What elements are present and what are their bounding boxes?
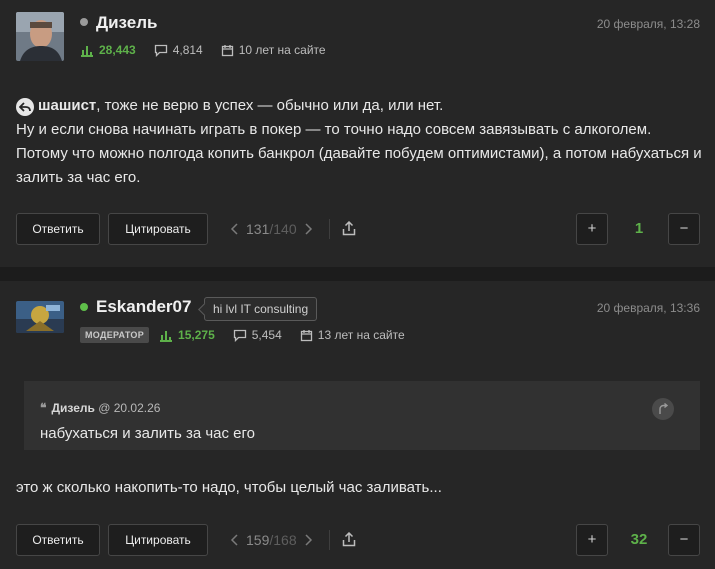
vote-count: 32 <box>630 531 648 548</box>
offline-status-dot <box>80 18 88 26</box>
comment-text: Ну и если снова начинать играть в покер … <box>16 121 702 186</box>
pager-total: 140 <box>273 221 297 237</box>
share-icon[interactable] <box>342 220 356 241</box>
post-date[interactable]: 20 февраля, 13:36 <box>597 301 700 315</box>
comment-body: шашист, тоже не верю в успех — обычно ил… <box>16 94 706 190</box>
avatar[interactable] <box>16 12 64 61</box>
quote-header: ❝ Дизель @ 20.02.26 <box>40 401 160 415</box>
user-stats: МОДЕРАТОР 15,275 5,454 13 лет на сайте <box>80 327 423 343</box>
comment-actions: Ответить Цитировать 159/168 + 32 − <box>16 524 700 556</box>
quote-block: ❝ Дизель @ 20.02.26 набухаться и залить з… <box>24 381 700 450</box>
calendar-icon <box>300 329 312 341</box>
user-rating: 28,443 <box>80 43 136 57</box>
upvote-button[interactable]: + <box>576 213 608 245</box>
reply-button[interactable]: Ответить <box>16 524 100 556</box>
quote-text: набухаться и залить за час его <box>40 425 255 442</box>
reply-arrow-icon <box>16 98 34 116</box>
quote-button[interactable]: Цитировать <box>108 524 208 556</box>
speech-bubble-icon <box>154 44 167 57</box>
downvote-button[interactable]: − <box>668 213 700 245</box>
bar-chart-icon <box>160 330 173 342</box>
jump-to-quote-icon[interactable] <box>652 398 674 420</box>
chevron-right-icon[interactable] <box>305 223 313 235</box>
comment-pager: 159/168 <box>222 524 321 556</box>
reply-button[interactable]: Ответить <box>16 213 100 245</box>
pager-current: 159 <box>246 532 270 548</box>
upvote-button[interactable]: + <box>576 524 608 556</box>
share-icon[interactable] <box>342 531 356 552</box>
comment-pager: 131/140 <box>222 213 321 245</box>
user-stats: 28,443 4,814 10 лет на сайте <box>80 43 344 57</box>
user-tenure: 13 лет на сайте <box>300 328 405 342</box>
bar-chart-icon <box>81 45 93 57</box>
username[interactable]: Дизель <box>96 13 158 33</box>
quote-button[interactable]: Цитировать <box>108 213 208 245</box>
reply-mention-link[interactable]: шашист <box>38 97 96 114</box>
vote-count: 1 <box>634 220 644 237</box>
comment-actions: Ответить Цитировать 131/140 + 1 − <box>16 213 700 245</box>
divider <box>329 530 330 550</box>
post-date[interactable]: 20 февраля, 13:28 <box>597 17 700 31</box>
downvote-button[interactable]: − <box>668 524 700 556</box>
quote-date: @ 20.02.26 <box>98 401 161 415</box>
comment-text: это ж сколько накопить-то надо, чтобы це… <box>16 479 442 496</box>
comment-text-line: , тоже не верю в успех — обычно или да, … <box>96 97 444 114</box>
username[interactable]: Eskander07 <box>96 297 191 317</box>
divider <box>329 219 330 239</box>
avatar[interactable] <box>16 301 64 333</box>
quote-icon: ❝ <box>40 401 47 415</box>
chevron-right-icon[interactable] <box>305 534 313 546</box>
comment-post: Дизель 20 февраля, 13:28 28,443 4,814 10… <box>0 0 715 267</box>
online-status-dot <box>80 303 88 311</box>
moderator-badge: МОДЕРАТОР <box>80 327 150 343</box>
user-rating: 15,275 <box>159 328 215 342</box>
quote-author[interactable]: Дизель <box>51 401 94 415</box>
post-separator <box>0 267 715 281</box>
speech-bubble-icon <box>233 329 246 342</box>
user-comment-count: 4,814 <box>154 43 203 57</box>
user-tenure: 10 лет на сайте <box>221 43 326 57</box>
user-comment-count: 5,454 <box>233 328 282 342</box>
comment-body: это ж сколько накопить-то надо, чтобы це… <box>16 476 706 500</box>
calendar-icon <box>221 44 233 56</box>
chevron-left-icon[interactable] <box>230 534 238 546</box>
pager-total: 168 <box>273 532 297 548</box>
user-status-tooltip: hi lvl IT consulting <box>204 297 318 321</box>
pager-current: 131 <box>246 221 270 237</box>
chevron-left-icon[interactable] <box>230 223 238 235</box>
